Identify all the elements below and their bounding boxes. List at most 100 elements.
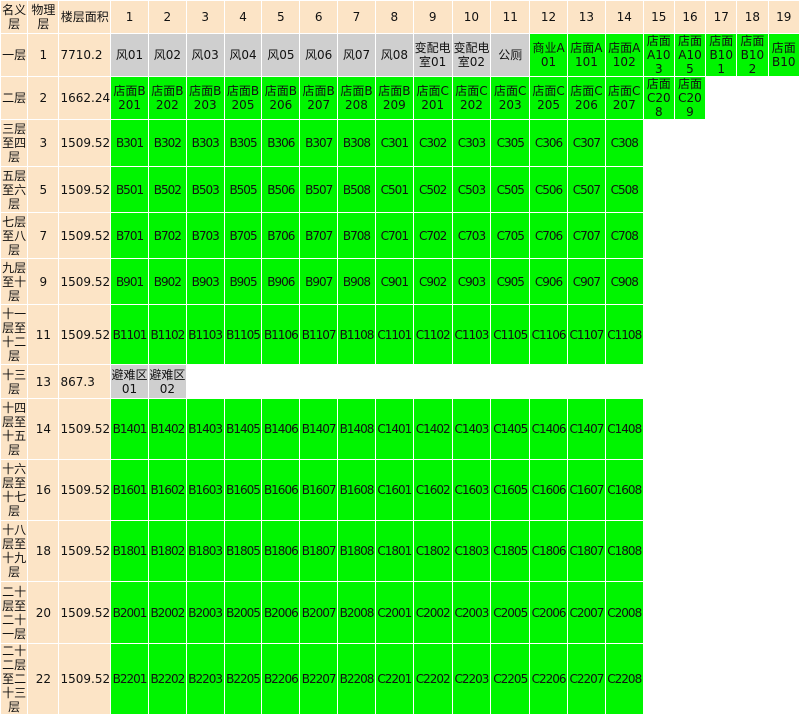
- unit-cell: C2007: [566, 581, 606, 644]
- physical-floor: 3: [27, 119, 60, 167]
- unit-cell: B305: [223, 119, 263, 167]
- empty-cell: [736, 212, 769, 259]
- unit-cell: C2002: [412, 581, 453, 644]
- unit-cell: B2203: [185, 643, 225, 715]
- floor-area: 1509.52: [58, 119, 112, 167]
- floor-area: 1509.52: [58, 304, 112, 365]
- unit-cell: B1602: [147, 459, 187, 521]
- unit-cell: C2206: [529, 643, 568, 715]
- unit-cell: C702: [412, 212, 453, 259]
- unit-cell: B2208: [337, 643, 376, 715]
- service-cell: 风04: [223, 33, 263, 77]
- shop-cell: 店面C208: [642, 76, 675, 120]
- unit-cell: C1108: [604, 304, 644, 365]
- empty-cell: [673, 364, 707, 399]
- unit-cell: C705: [490, 212, 531, 259]
- unit-cell: B507: [299, 166, 339, 213]
- shop-cell: 店面B10: [767, 33, 800, 77]
- unit-cell: B308: [337, 119, 376, 167]
- unit-cell: C902: [412, 258, 453, 305]
- empty-cell: [767, 76, 800, 120]
- unit-cell: B1603: [185, 459, 225, 521]
- empty-cell: [642, 364, 675, 399]
- service-cell: 风06: [299, 33, 339, 77]
- empty-cell: [673, 304, 707, 365]
- unit-cell: B905: [223, 258, 263, 305]
- unit-cell: B701: [110, 212, 149, 259]
- unit-cell: B1805: [223, 520, 263, 582]
- empty-cell: [736, 304, 769, 365]
- floor-name: 九层至十层: [0, 258, 29, 305]
- unit-cell: C2202: [412, 643, 453, 715]
- shop-cell: 店面C202: [451, 76, 492, 120]
- floor-row: 七层至八层 7 1509.52 B701 B702 B703 B705 B706 B707 B70…: [0, 212, 800, 259]
- empty-cell: [642, 258, 675, 305]
- empty-cell: [604, 364, 644, 399]
- unit-cell: C2207: [566, 643, 606, 715]
- unit-cell: C1801: [374, 520, 414, 582]
- floor-name: 十四层至十五层: [0, 398, 29, 460]
- column-number-13: 13: [566, 0, 606, 34]
- physical-floor: 18: [27, 520, 60, 582]
- empty-cell: [642, 166, 675, 213]
- unit-cell: B1601: [110, 459, 149, 521]
- unit-cell: B303: [185, 119, 225, 167]
- unit-cell: C501: [374, 166, 414, 213]
- unit-cell: C307: [566, 119, 606, 167]
- unit-cell: C302: [412, 119, 453, 167]
- unit-cell: C1805: [490, 520, 531, 582]
- physical-floor: 2: [27, 76, 60, 120]
- unit-cell: C308: [604, 119, 644, 167]
- unit-cell: B1607: [299, 459, 339, 521]
- floor-name: 十三层: [0, 364, 29, 399]
- unit-cell: B1105: [223, 304, 263, 365]
- unit-cell: C706: [529, 212, 568, 259]
- empty-cell: [261, 364, 301, 399]
- unit-cell: C708: [604, 212, 644, 259]
- unit-cell: B306: [261, 119, 301, 167]
- service-cell: 风02: [147, 33, 187, 77]
- unit-cell: B706: [261, 212, 301, 259]
- empty-cell: [767, 212, 800, 259]
- unit-cell: C1808: [604, 520, 644, 582]
- empty-cell: [642, 119, 675, 167]
- empty-cell: [412, 364, 453, 399]
- empty-cell: [705, 398, 738, 460]
- empty-cell: [223, 364, 263, 399]
- shop-cell: 店面A102: [604, 33, 644, 77]
- empty-cell: [705, 581, 738, 644]
- empty-cell: [705, 520, 738, 582]
- empty-cell: [736, 398, 769, 460]
- unit-cell: B906: [261, 258, 301, 305]
- unit-cell: C1802: [412, 520, 453, 582]
- physical-floor: 1: [27, 33, 60, 77]
- unit-cell: C1107: [566, 304, 606, 365]
- unit-cell: C1607: [566, 459, 606, 521]
- column-number-19: 19: [767, 0, 800, 34]
- shop-cell: 店面B201: [110, 76, 149, 120]
- floor-area: 1509.52: [58, 166, 112, 213]
- unit-cell: C2208: [604, 643, 644, 715]
- shop-cell: 店面A103: [642, 33, 675, 77]
- empty-cell: [673, 459, 707, 521]
- unit-cell: C1405: [490, 398, 531, 460]
- empty-cell: [642, 520, 675, 582]
- unit-cell: C1105: [490, 304, 531, 365]
- unit-cell: B1101: [110, 304, 149, 365]
- column-number-3: 3: [185, 0, 225, 34]
- shop-cell: 店面B209: [374, 76, 414, 120]
- unit-cell: C1101: [374, 304, 414, 365]
- unit-cell: C903: [451, 258, 492, 305]
- floor-name: 十一层至十二层: [0, 304, 29, 365]
- unit-cell: B1102: [147, 304, 187, 365]
- column-number-4: 4: [223, 0, 263, 34]
- empty-cell: [736, 520, 769, 582]
- floor-row: 十一层至十二层 11 1509.52 B1101 B1102 B1103 B1105 B110…: [0, 304, 800, 365]
- unit-cell: C1602: [412, 459, 453, 521]
- unit-cell: C508: [604, 166, 644, 213]
- column-number-12: 12: [529, 0, 568, 34]
- empty-cell: [767, 520, 800, 582]
- unit-cell: C1102: [412, 304, 453, 365]
- unit-cell: B502: [147, 166, 187, 213]
- empty-cell: [642, 643, 675, 715]
